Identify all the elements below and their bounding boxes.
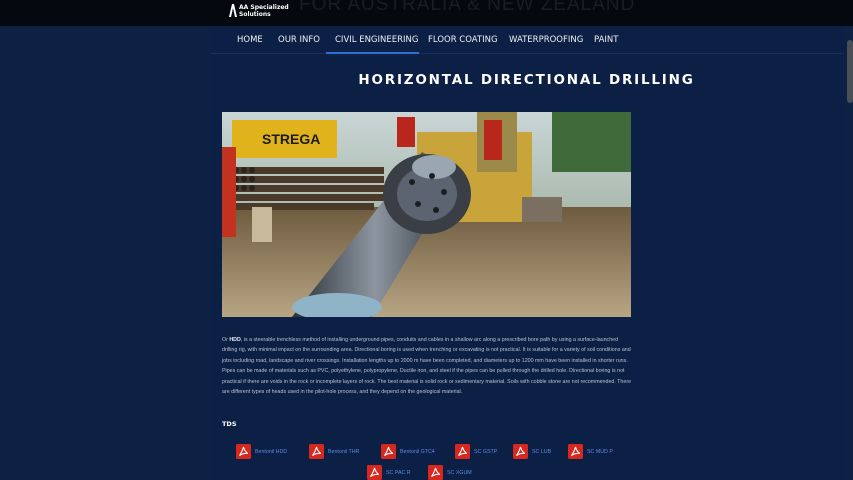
nav-item-waterproofing[interactable]: WATERPROOFING <box>509 35 583 45</box>
tds-link-sc-xgum[interactable]: SC XGUM <box>428 465 472 480</box>
page-title: HORIZONTAL DIRECTIONAL DRILLING <box>358 72 695 88</box>
tds-link-label: Bentonil THR <box>328 448 360 455</box>
pdf-icon <box>513 444 528 459</box>
scrollbar-thumb[interactable] <box>847 40 853 103</box>
hdd-drilling-photo: STREGA <box>222 112 631 317</box>
tds-link-sc-gstp[interactable]: SC GSTP <box>455 444 497 459</box>
tds-link-label: Bentonil HDD <box>255 448 288 455</box>
tds-link-sc-mud-p[interactable]: SC MUD P <box>568 444 613 459</box>
nav-item-floor-coating[interactable]: FLOOR COATING <box>428 35 498 45</box>
svg-text:STREGA: STREGA <box>262 131 320 147</box>
hdd-description: Or HDD, is a steerable trenchless method… <box>222 335 632 397</box>
pdf-icon <box>236 444 251 459</box>
pdf-icon <box>428 465 443 480</box>
pdf-icon <box>455 444 470 459</box>
nav-item-our-info[interactable]: OUR INFO <box>278 35 320 45</box>
header-banner-text: FOR AUSTRALIA & NEW ZEALAND <box>299 0 636 15</box>
nav-item-paint[interactable]: PAINT <box>594 35 618 45</box>
pdf-icon <box>381 444 396 459</box>
nav-item-home[interactable]: HOME <box>237 35 263 45</box>
tds-link-bentonil-hdd[interactable]: Bentonil HDD <box>236 444 287 459</box>
tds-link-label: SC PAC R <box>386 469 411 476</box>
pdf-icon <box>367 465 382 480</box>
tds-link-label: SC LUB <box>532 448 552 455</box>
logo-text-line2: Solutions <box>239 11 271 18</box>
tds-heading: TDS <box>222 420 237 428</box>
tds-link-label: Bentonil GTC4 <box>400 448 435 455</box>
tds-link-sc-pac-r[interactable]: SC PAC R <box>367 465 411 480</box>
tds-link-label: SC GSTP <box>474 448 498 455</box>
tds-link-sc-lub[interactable]: SC LUB <box>513 444 551 459</box>
pdf-icon <box>568 444 583 459</box>
main-nav: HOME OUR INFO CIVIL ENGINEERING FLOOR CO… <box>210 26 843 54</box>
nav-active-indicator <box>326 52 419 54</box>
tds-link-label: SC XGUM <box>447 469 472 476</box>
nav-item-civil-engineering[interactable]: CIVIL ENGINEERING <box>335 35 418 45</box>
main-content: HOME OUR INFO CIVIL ENGINEERING FLOOR CO… <box>210 26 843 480</box>
site-logo[interactable]: AA Specialized Solutions <box>229 4 301 18</box>
desc-bold-term: HDD <box>229 337 241 343</box>
tds-link-label: SC MUD P <box>587 448 613 455</box>
pdf-icon <box>309 444 324 459</box>
top-header-bar: AA Specialized Solutions FOR AUSTRALIA &… <box>0 0 853 26</box>
logo-text-line1: AA Specialized <box>239 4 289 11</box>
tds-link-bentonil-gtc4[interactable]: Bentonil GTC4 <box>381 444 435 459</box>
desc-body-text: , is a steerable trenchless method of in… <box>222 337 632 396</box>
tds-link-bentonil-thr[interactable]: Bentonil THR <box>309 444 359 459</box>
logo-mark-icon <box>229 4 237 17</box>
